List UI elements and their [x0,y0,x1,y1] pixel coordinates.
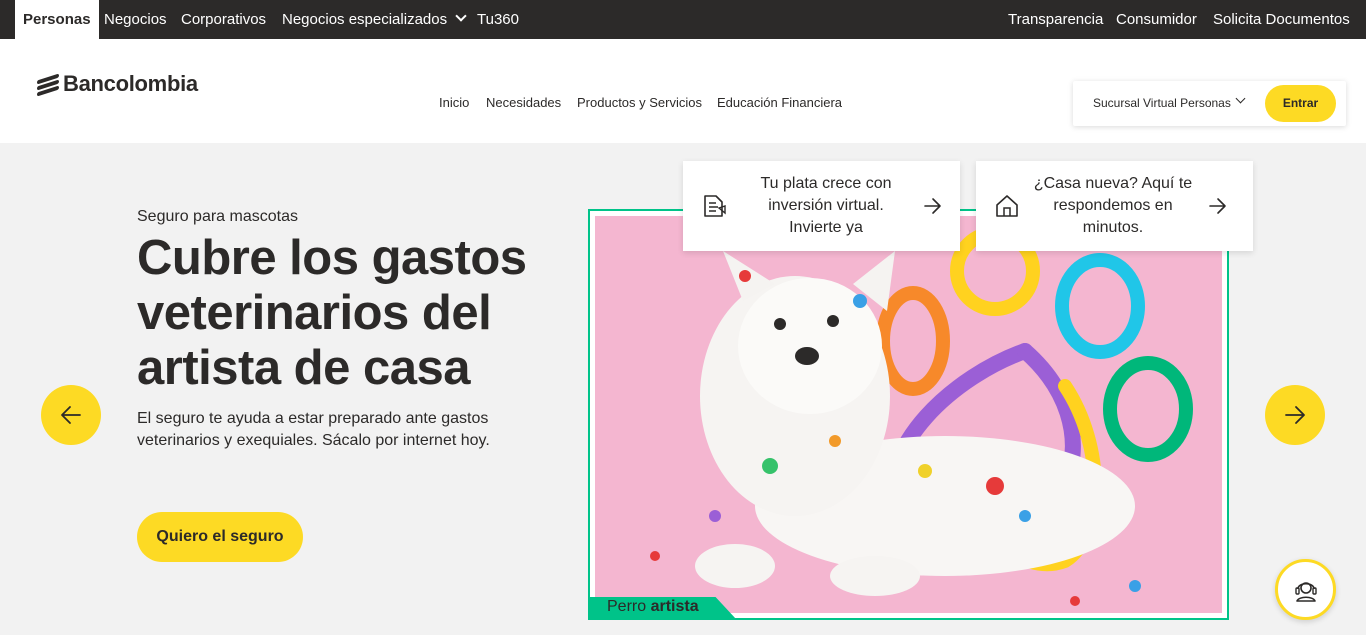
arrow-right-icon [1285,406,1305,424]
arrow-left-icon [61,406,81,424]
chevron-down-icon [455,10,467,22]
caption-bold: artista [650,598,699,615]
link-solicita-documentos[interactable]: Solicita Documentos [1213,0,1350,39]
carousel-next-button[interactable] [1265,385,1325,445]
nav-necesidades[interactable]: Necesidades [486,95,561,110]
quick-card-inversion-text: Tu plata crece con inversión virtual. In… [760,175,892,236]
arrow-right-icon [924,198,941,214]
headset-agent-icon [1295,582,1317,602]
tab-personas[interactable]: Personas [15,0,99,39]
chevron-down-icon[interactable] [1235,93,1246,104]
hero-image [595,216,1222,613]
logo-text: Bancolombia [63,71,198,96]
sucursal-virtual-dropdown[interactable]: Sucursal Virtual Personas [1093,96,1231,110]
login-button[interactable]: Entrar [1265,85,1336,122]
hero-description: El seguro te ayuda a estar preparado ant… [137,410,490,449]
link-transparencia[interactable]: Transparencia [1008,0,1103,39]
hero-eyebrow: Seguro para mascotas [137,208,298,225]
quick-card-casa-nueva[interactable]: ¿Casa nueva? Aquí te respondemos en minu… [976,161,1253,251]
tab-negocios-especializados-label: Negocios especializados [282,11,448,28]
quick-card-inversion[interactable]: Tu plata crece con inversión virtual. In… [683,161,960,251]
chat-assistant-button[interactable] [1275,559,1336,620]
painted-dog-illustration [650,226,1193,606]
tab-tu360[interactable]: Tu360 [477,0,519,39]
image-caption: Perro artista [607,598,699,616]
carousel-prev-button[interactable] [41,385,101,445]
tab-negocios-especializados[interactable]: Negocios especializados [282,0,467,39]
bancolombia-logo[interactable]: Bancolombia [37,71,198,97]
logo-mark-icon [37,73,59,97]
document-icon [704,195,726,217]
hero-headline: Cubre los gastos veterinarios del artist… [137,231,527,395]
link-consumidor[interactable]: Consumidor [1116,0,1197,39]
top-bar: Personas Negocios Corporativos Negocios … [0,0,1366,39]
tab-negocios[interactable]: Negocios [104,0,167,39]
quiero-el-seguro-button[interactable]: Quiero el seguro [137,512,303,562]
tab-corporativos[interactable]: Corporativos [181,0,266,39]
caption-normal: Perro [607,598,651,615]
nav-productos-servicios[interactable]: Productos y Servicios [577,95,702,110]
house-icon [996,195,1018,217]
quick-card-casa-nueva-text: ¿Casa nueva? Aquí te respondemos en minu… [1033,175,1193,236]
arrow-right-icon [1209,198,1226,214]
nav-inicio[interactable]: Inicio [439,95,469,110]
nav-educacion-financiera[interactable]: Educación Financiera [717,95,842,110]
sucursal-virtual-panel: Sucursal Virtual Personas Entrar [1073,81,1346,126]
main-header: Bancolombia Inicio Necesidades Productos… [0,39,1366,143]
